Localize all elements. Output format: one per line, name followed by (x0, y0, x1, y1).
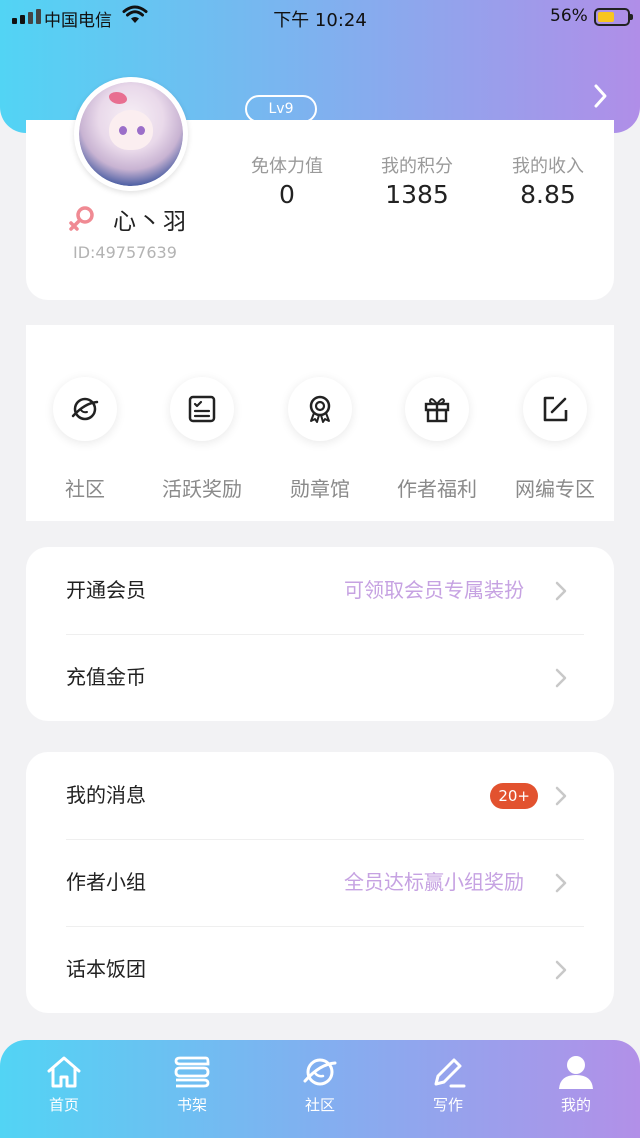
avatar[interactable] (74, 77, 188, 191)
shortcut-author-benefits[interactable]: 作者福利 (378, 377, 496, 502)
tab-label: 书架 (176, 1096, 207, 1114)
tab-mine[interactable]: 我的 (536, 1054, 616, 1115)
battery-percent: 56% (550, 6, 588, 26)
shortcut-medal-hall[interactable]: 勋章馆 (261, 377, 379, 502)
user-icon (559, 1056, 593, 1089)
menu-item-label: 作者小组 (66, 870, 146, 894)
bottom-tab-bar: 首页 书架 社区 写作 我的 (0, 1040, 640, 1138)
shortcut-label: 活跃奖励 (162, 477, 242, 501)
gift-icon (424, 398, 450, 423)
stat-value: 1385 (385, 180, 449, 209)
menu-item-label: 我的消息 (66, 783, 146, 807)
planet-icon (71, 397, 99, 421)
shortcut-label: 作者福利 (397, 477, 477, 501)
menu-item-fan-group[interactable]: 话本饭团 (26, 926, 614, 1013)
battery-icon (594, 8, 633, 26)
menu-item-vip[interactable]: 开通会员 可领取会员专属装扮 (26, 547, 614, 634)
checklist-icon (188, 395, 216, 423)
menu-item-recharge[interactable]: 充值金币 (26, 634, 614, 721)
level-badge: Lv9 (245, 95, 317, 123)
tab-write[interactable]: 写作 (408, 1054, 488, 1115)
profile-detail-arrow-icon[interactable] (588, 82, 612, 110)
medal-icon (309, 395, 331, 423)
stat-label: 免体力值 (251, 156, 323, 177)
menu-item-author-group[interactable]: 作者小组 全员达标赢小组奖励 (26, 839, 614, 926)
shortcut-label: 勋章馆 (290, 477, 350, 501)
tab-community[interactable]: 社区 (280, 1054, 360, 1115)
stat-income[interactable]: 我的收入 8.85 (488, 152, 608, 209)
stat-points[interactable]: 我的积分 1385 (357, 152, 477, 209)
planet-icon (303, 1058, 337, 1086)
tab-label: 我的 (560, 1096, 591, 1114)
stat-stamina[interactable]: 免体力值 0 (227, 152, 347, 209)
menu-item-hint: 全员达标赢小组奖励 (344, 870, 524, 894)
shortcut-editor-zone[interactable]: 网编专区 (496, 377, 614, 502)
stat-value: 0 (279, 180, 295, 209)
shortcut-row: 社区 活跃奖励 勋章馆 作者福利 网编专区 (26, 325, 614, 521)
shortcut-community[interactable]: 社区 (26, 377, 144, 502)
menu-group-vip: 开通会员 可领取会员专属装扮 充值金币 (26, 547, 614, 721)
shortcut-active-reward[interactable]: 活跃奖励 (143, 377, 261, 502)
username: 心丶羽 (113, 209, 188, 235)
tab-bookshelf[interactable]: 书架 (152, 1054, 232, 1115)
home-icon (47, 1056, 81, 1088)
unread-badge: 20+ (490, 783, 538, 809)
menu-item-messages[interactable]: 我的消息 20+ (26, 752, 614, 839)
status-bar: 中国电信 下午 10:24 56% (0, 0, 640, 34)
menu-group-social: 我的消息 20+ 作者小组 全员达标赢小组奖励 话本饭团 (26, 752, 614, 1013)
chevron-right-icon (555, 786, 567, 806)
tab-label: 首页 (48, 1096, 79, 1114)
shortcut-label: 社区 (65, 477, 105, 501)
menu-item-label: 话本饭团 (66, 957, 146, 981)
chevron-right-icon (555, 668, 567, 688)
menu-item-hint: 可领取会员专属装扮 (344, 578, 524, 602)
tab-home[interactable]: 首页 (24, 1054, 104, 1115)
shortcut-label: 网编专区 (515, 477, 595, 501)
chevron-right-icon (555, 873, 567, 893)
chevron-right-icon (555, 581, 567, 601)
female-icon (69, 206, 94, 231)
bookshelf-icon (174, 1056, 210, 1088)
tab-label: 写作 (432, 1096, 463, 1114)
stat-value: 8.85 (520, 180, 576, 209)
menu-item-label: 充值金币 (66, 665, 146, 689)
edit-icon (543, 396, 568, 422)
menu-item-label: 开通会员 (66, 578, 146, 602)
tab-label: 社区 (304, 1096, 335, 1114)
stat-label: 我的收入 (512, 156, 584, 177)
stat-label: 我的积分 (381, 156, 453, 177)
pen-icon (434, 1058, 466, 1088)
chevron-right-icon (555, 960, 567, 980)
user-id: ID:49757639 (73, 243, 177, 262)
clock: 下午 10:24 (273, 10, 367, 31)
